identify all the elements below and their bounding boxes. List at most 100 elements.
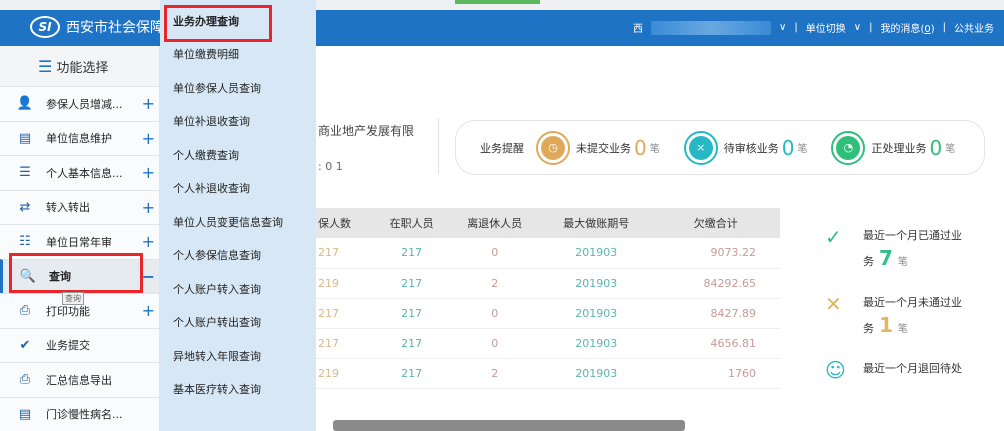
sidebar-item[interactable]: ▤ 门诊慢性病名... xyxy=(0,396,159,431)
submenu-item[interactable]: 个人参保信息查询 xyxy=(160,239,316,273)
sidebar-item[interactable]: ▤ 单位信息维护 + xyxy=(0,120,159,155)
highlight-box xyxy=(164,5,272,42)
table-cell: 84292.65 xyxy=(651,268,780,299)
table-row[interactable]: 217 217 0 201903 4656.81 xyxy=(316,328,780,359)
table-cell: 217 xyxy=(374,328,449,359)
expand-toggle[interactable]: + xyxy=(142,94,155,113)
reminder-title: 业务提醒 xyxy=(480,141,524,155)
table-cell: 217 xyxy=(374,358,449,389)
submenu-item[interactable]: 个人账户转入查询 xyxy=(160,272,316,306)
transfer-icon: ⇄ xyxy=(19,199,31,215)
divider xyxy=(438,118,439,174)
switch-unit-button[interactable]: 单位切换 xyxy=(806,20,846,35)
sidebar-item[interactable]: ✔ 业务提交 xyxy=(0,327,159,362)
sidebar-item[interactable]: ⇄ 转入转出 + xyxy=(0,189,159,224)
table-row[interactable]: 217 217 0 201903 8427.89 xyxy=(316,298,780,329)
table-cell: 2 xyxy=(448,268,541,299)
monthly-stat[interactable]: ✓ 最近一个月已通过业务 7 笔 xyxy=(825,225,985,274)
column-header[interactable]: 离退休人员 xyxy=(448,208,541,238)
table-cell: 201903 xyxy=(540,328,652,359)
chevron-down-icon[interactable]: ∨ xyxy=(779,22,786,33)
column-header[interactable]: 最大做账期号 xyxy=(540,208,652,238)
monthly-stat[interactable]: ✕ 最近一个月未通过业务 1 笔 xyxy=(825,292,985,341)
submenu-item[interactable]: 个人账户转出查询 xyxy=(160,306,316,340)
count: 0 xyxy=(929,135,943,160)
table-cell: 217 xyxy=(316,238,375,269)
user-add-icon: 👤 xyxy=(16,96,34,112)
submenu-item[interactable]: 基本医疗转入查询 xyxy=(160,373,316,407)
sidebar-item[interactable]: ☰ 个人基本信息... + xyxy=(0,155,159,190)
table-cell: 217 xyxy=(316,328,375,359)
table-row[interactable]: 219 217 2 201903 84292.65 xyxy=(316,268,780,299)
submenu-item[interactable]: 单位人员变更信息查询 xyxy=(160,205,316,239)
printer-icon: ⎙ xyxy=(19,303,31,319)
table-cell: 219 xyxy=(316,268,375,299)
person-card-icon: ☰ xyxy=(19,165,31,181)
sidebar-item[interactable]: ⎙ 汇总信息导出 xyxy=(0,362,159,397)
submenu-item[interactable]: 个人补退收查询 xyxy=(160,172,316,206)
column-header[interactable]: 欠缴合计 xyxy=(651,208,780,238)
monthly-stat[interactable]: ☺ 最近一个月退回待处 xyxy=(825,358,985,407)
table-cell: 9073.22 xyxy=(651,238,780,269)
table-cell: 201903 xyxy=(540,298,652,329)
horizontal-scrollbar[interactable] xyxy=(333,420,685,431)
table-cell: 1760 xyxy=(651,358,780,389)
table-cell: 4656.81 xyxy=(651,328,780,359)
expand-toggle[interactable]: + xyxy=(142,232,155,251)
count: 0 xyxy=(781,135,795,160)
expand-toggle[interactable]: + xyxy=(142,163,155,182)
expand-toggle[interactable]: − xyxy=(142,267,155,286)
highlight-box xyxy=(9,253,143,293)
count: 0 xyxy=(634,135,647,160)
table-cell: 0 xyxy=(448,238,541,269)
column-header[interactable]: 保人数 xyxy=(316,208,375,238)
table-cell: 217 xyxy=(374,268,449,299)
expand-toggle[interactable]: + xyxy=(142,198,155,217)
browser-strip xyxy=(0,0,1004,10)
table-cell: 219 xyxy=(316,358,375,389)
submenu-item[interactable]: 单位参保人员查询 xyxy=(160,71,316,105)
public-business-link[interactable]: 公共业务 xyxy=(954,20,994,35)
submenu-item[interactable]: 异地转入年限查询 xyxy=(160,339,316,373)
expand-toggle[interactable]: + xyxy=(142,301,155,320)
status-icon: ◔ xyxy=(831,130,866,165)
sidebar: ☰ 功能选择 👤 参保人员增减... + ▤ 单位信息维护 + ☰ 个人基本信息... + ⇄ 转入转… xyxy=(0,46,160,431)
shield-icon: ✕ xyxy=(825,292,842,316)
shield-icon: ☺ xyxy=(825,358,846,382)
blurred-user xyxy=(651,20,772,35)
table-cell: 201903 xyxy=(540,358,652,389)
table-cell: 2 xyxy=(448,358,541,389)
company-name: 商业地产发展有限 xyxy=(318,124,415,138)
table-row[interactable]: 219 217 2 201903 1760 xyxy=(316,358,780,389)
table-row[interactable]: 217 217 0 201903 9073.22 xyxy=(316,238,780,269)
reminder-item[interactable]: ◔ 正处理业务 0 笔 xyxy=(831,130,955,165)
green-indicator xyxy=(455,0,540,4)
status-icon: × xyxy=(683,130,718,165)
export-icon: ⎙ xyxy=(19,372,31,388)
function-select[interactable]: ☰ 功能选择 xyxy=(0,46,159,86)
sidebar-item[interactable]: 👤 参保人员增减... + xyxy=(0,86,159,121)
table-cell: 217 xyxy=(316,298,375,329)
si-logo-icon: SI xyxy=(30,16,60,38)
checklist-icon: ☷ xyxy=(19,234,31,250)
chevron-down-icon[interactable]: ∨ xyxy=(854,22,861,33)
check-circle-icon: ✔ xyxy=(19,337,31,353)
messages-link[interactable]: 我的消息(0) xyxy=(880,20,934,35)
document-icon: ▤ xyxy=(18,406,32,422)
query-submenu: 业务办理查询 单位缴费明细 单位参保人员查询 单位补退收查询 个人缴费查询 个人补退收查询… xyxy=(160,0,316,431)
user-name[interactable]: 西 xyxy=(633,20,643,35)
expand-toggle[interactable]: + xyxy=(142,129,155,148)
submenu-item[interactable]: 单位缴费明细 xyxy=(160,38,316,72)
company-code: : 0 1 xyxy=(318,160,343,173)
reminder-item[interactable]: × 待审核业务 0 笔 xyxy=(683,130,807,165)
column-header[interactable]: 在职人员 xyxy=(374,208,449,238)
table-cell: 0 xyxy=(448,298,541,329)
submenu-item[interactable]: 个人缴费查询 xyxy=(160,138,316,172)
table-cell: 201903 xyxy=(540,238,652,269)
reminder-item[interactable]: ◷ 未提交业务 0 笔 xyxy=(536,130,660,165)
table-cell: 201903 xyxy=(540,268,652,299)
unit-table: 保人数 在职人员 离退休人员 最大做账期号 欠缴合计 217 217 0 201903 9073.… xyxy=(316,208,780,389)
table-cell: 0 xyxy=(448,328,541,359)
submenu-item[interactable]: 单位补退收查询 xyxy=(160,105,316,139)
shield-icon: ✓ xyxy=(825,225,842,249)
